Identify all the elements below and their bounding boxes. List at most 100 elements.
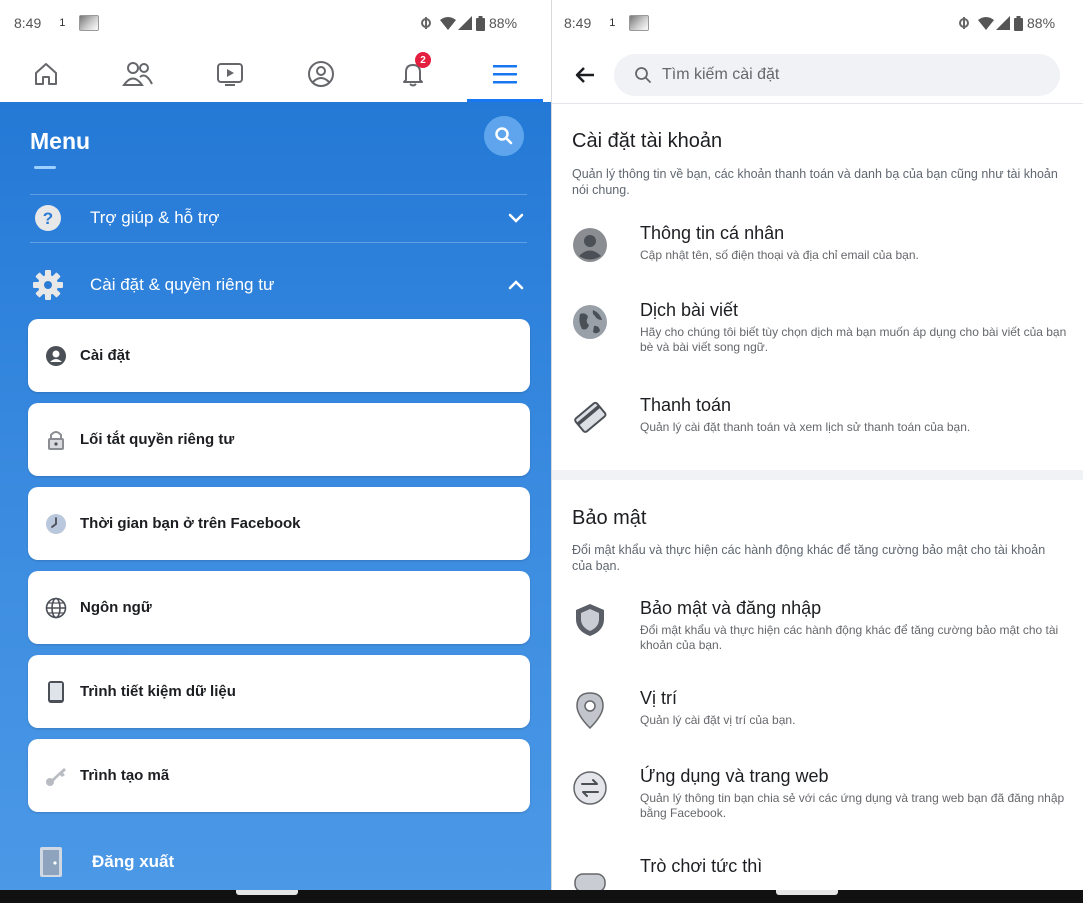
wifi-icon <box>978 17 994 30</box>
nav-watch[interactable] <box>184 46 276 102</box>
battery-percent: 88% <box>489 15 518 31</box>
setting-payments[interactable]: Thanh toán Quản lý cài đặt thanh toán và… <box>572 395 1072 435</box>
section-help-support[interactable]: ? Trợ giúp & hỗ trợ <box>30 196 530 240</box>
signal-icon <box>458 16 472 30</box>
back-arrow-icon <box>575 66 594 83</box>
card-data-saver[interactable]: Trình tiết kiệm dữ liệu <box>28 655 530 728</box>
section-description: Quản lý thông tin về bạn, các khoản than… <box>572 167 1058 197</box>
notification-mini-icon: 1 <box>609 17 616 29</box>
nav-home[interactable] <box>0 46 92 102</box>
profile-icon <box>308 61 335 87</box>
photo-thumb-icon <box>629 15 650 31</box>
menu-screen: 8:49 1 88% 2 Menu ? Trợ giúp & hỗ trợ Cà… <box>0 0 551 890</box>
setting-title: Vị trí <box>640 688 678 708</box>
home-gesture-pill[interactable] <box>236 890 298 895</box>
status-time: 8:49 <box>564 15 592 31</box>
setting-description: Quản lý cài đặt thanh toán và xem lịch s… <box>640 420 971 434</box>
key-icon <box>44 764 68 788</box>
setting-title: Thông tin cá nhân <box>640 223 785 243</box>
svg-text:?: ? <box>43 209 53 228</box>
setting-description: Quản lý thông tin bạn chia sẻ với các ứn… <box>640 791 1065 820</box>
nav-profile[interactable] <box>275 46 367 102</box>
wifi-icon <box>440 17 456 30</box>
card-settings[interactable]: Cài đặt <box>28 319 530 392</box>
help-icon: ? <box>30 200 66 236</box>
card-label: Ngôn ngữ <box>80 599 152 616</box>
status-bar: 8:49 1 88% <box>0 0 551 46</box>
vibrate-icon <box>959 17 969 29</box>
shield-icon <box>572 602 608 638</box>
logout-button[interactable]: Đăng xuất <box>36 842 174 882</box>
location-pin-icon <box>572 692 608 729</box>
card-label: Thời gian bạn ở trên Facebook <box>80 515 301 532</box>
menu-title: Menu <box>30 128 91 154</box>
setting-title: Thanh toán <box>640 395 732 415</box>
battery-percent: 88% <box>1027 15 1056 31</box>
account-circle-icon <box>44 344 68 368</box>
setting-personal-info[interactable]: Thông tin cá nhân Cập nhật tên, số điện … <box>572 223 1072 263</box>
watch-icon <box>216 63 243 86</box>
credit-card-icon <box>572 399 608 435</box>
door-icon <box>36 845 66 879</box>
setting-title: Bảo mật và đăng nhập <box>640 598 822 618</box>
notification-badge: 2 <box>415 52 432 68</box>
nav-friends[interactable] <box>92 46 184 102</box>
status-time: 8:49 <box>14 15 42 31</box>
section-label: Trợ giúp & hỗ trợ <box>90 208 220 227</box>
section-divider <box>552 470 1083 480</box>
phone-icon <box>44 680 68 704</box>
back-button[interactable] <box>570 60 600 90</box>
card-label: Lối tắt quyền riêng tư <box>80 431 235 448</box>
status-bar: 8:49 1 88% <box>552 0 1083 46</box>
setting-description: Đổi mật khẩu và thực hiện các hành động … <box>640 623 1059 652</box>
section-label: Cài đặt & quyền riêng tư <box>90 275 275 294</box>
setting-security-login[interactable]: Bảo mật và đăng nhập Đổi mật khẩu và thự… <box>572 598 1072 653</box>
home-gesture-pill[interactable] <box>776 890 838 895</box>
menu-search-button[interactable] <box>484 116 524 156</box>
setting-title: Dịch bài viết <box>640 300 739 320</box>
person-icon <box>572 227 608 263</box>
setting-description: Hãy cho chúng tôi biết tùy chọn dịch mà … <box>640 325 1067 354</box>
notification-mini-icon: 1 <box>59 17 66 29</box>
settings-header <box>552 46 1083 104</box>
section-title: Bảo mật <box>572 507 647 529</box>
lock-icon <box>44 428 68 452</box>
card-privacy-shortcuts[interactable]: Lối tắt quyền riêng tư <box>28 403 530 476</box>
card-language[interactable]: Ngôn ngữ <box>28 571 530 644</box>
friends-icon <box>121 62 153 86</box>
nav-notifications[interactable]: 2 <box>367 46 459 102</box>
nav-menu[interactable] <box>459 46 551 102</box>
settings-search-input[interactable] <box>662 65 1042 84</box>
setting-post-translation[interactable]: Dịch bài viết Hãy cho chúng tôi biết tùy… <box>572 300 1072 355</box>
card-code-generator[interactable]: Trình tạo mã <box>28 739 530 812</box>
chevron-up-icon <box>508 275 524 295</box>
setting-title: Ứng dụng và trang web <box>640 766 829 786</box>
swap-arrows-icon <box>572 770 608 806</box>
search-icon <box>635 66 651 83</box>
card-label: Trình tạo mã <box>80 767 170 784</box>
top-nav-bar: 2 <box>0 46 551 102</box>
setting-location[interactable]: Vị trí Quản lý cài đặt vị trí của bạn. <box>572 688 1072 729</box>
settings-search-box[interactable] <box>614 53 1060 96</box>
menu-icon <box>493 65 518 84</box>
home-icon <box>34 63 57 85</box>
photo-thumb-icon <box>79 15 100 31</box>
globe-icon <box>44 596 68 620</box>
battery-icon <box>476 15 485 31</box>
section-settings-privacy[interactable]: Cài đặt & quyền riêng tư <box>30 263 530 307</box>
vibrate-icon <box>421 17 431 29</box>
setting-title: Trò chơi tức thì <box>640 856 763 876</box>
search-icon <box>495 127 513 145</box>
card-time-on-facebook[interactable]: Thời gian bạn ở trên Facebook <box>28 487 530 560</box>
system-nav-bar <box>0 890 1083 903</box>
divider <box>30 242 527 243</box>
menu-panel: Menu ? Trợ giúp & hỗ trợ Cài đặt & quyền… <box>0 102 551 890</box>
setting-description: Quản lý cài đặt vị trí của bạn. <box>640 713 796 727</box>
setting-apps-websites[interactable]: Ứng dụng và trang web Quản lý thông tin … <box>572 766 1072 821</box>
section-description: Đổi mật khẩu và thực hiện các hành động … <box>572 543 1046 573</box>
globe-icon <box>572 304 608 340</box>
logout-label: Đăng xuất <box>92 852 175 871</box>
settings-screen: 8:49 1 88% Cài đặt tài khoản Quản lý thô… <box>551 0 1083 893</box>
battery-icon <box>1014 15 1023 31</box>
card-label: Cài đặt <box>80 347 131 364</box>
